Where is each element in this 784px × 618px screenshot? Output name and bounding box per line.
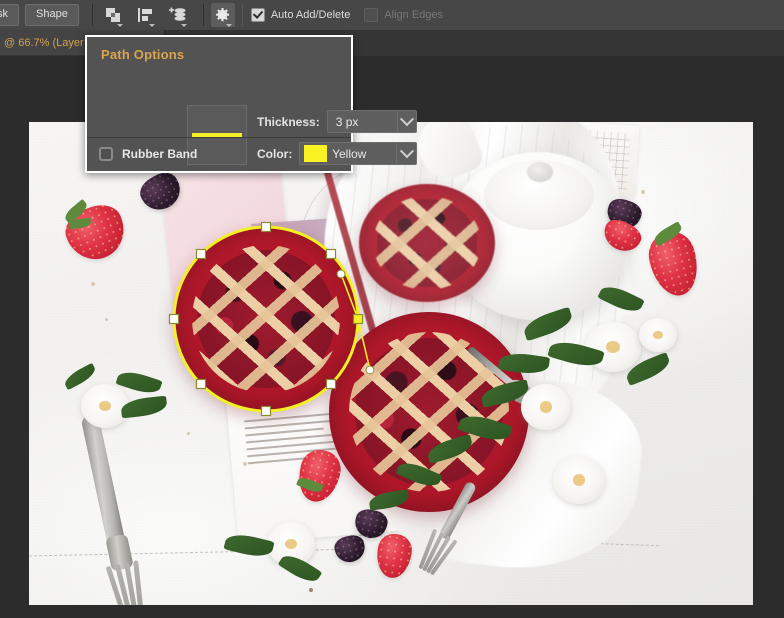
chevron-down-icon [180,24,187,27]
pie-back [359,184,495,302]
path-arrangement-button[interactable] [164,3,190,27]
thickness-select[interactable]: 3 px [326,110,417,133]
color-row: Color: Yellow [257,142,418,165]
chevron-down-icon[interactable] [396,143,416,164]
checkbox-box [250,8,265,22]
crumb [309,588,313,592]
align-edges-checkbox[interactable]: Align Edges [364,8,443,22]
panel-title: Path Options [101,47,185,62]
toolbar-divider-3 [241,4,243,26]
crumb [91,282,95,286]
color-swatch [304,145,328,162]
path-options-panel[interactable]: Path Options Thickness: 3 px Color: Yell… [85,35,418,173]
panel-divider [87,137,351,138]
path-operations-button[interactable] [100,3,126,27]
crumb [243,462,247,466]
thickness-value: 3 px [335,114,359,129]
crumb [105,318,108,321]
path-alignment-icon [137,8,152,22]
teapot-knob [527,162,553,182]
path-arrangement-icon [168,7,186,21]
color-select[interactable]: Yellow [299,142,418,165]
pie-left [173,226,359,412]
gear-icon [216,7,230,21]
crumb [337,552,340,555]
mask-button[interactable]: sk [0,4,19,26]
path-options-gear-button[interactable] [210,3,235,27]
crumb [641,190,645,194]
align-edges-label: Align Edges [384,9,444,21]
checkbox-box [364,8,379,22]
rubber-band-label: Rubber Band [122,147,198,161]
toolbar-divider-1 [91,4,93,26]
photograph [29,122,753,605]
path-operations-icon [105,8,120,22]
auto-add-delete-label: Auto Add/Delete [270,9,351,21]
chevron-down-icon [116,24,123,27]
rubber-band-checkbox[interactable]: Rubber Band [99,147,197,161]
chevron-down-icon[interactable] [396,111,416,132]
color-value: Yellow [332,146,367,161]
thickness-label: Thickness: [257,114,320,129]
toolbar-divider-2 [202,4,204,26]
white-flower-bud [639,318,677,352]
chevron-down-icon [225,24,232,27]
crumb [187,432,190,435]
color-label: Color: [257,146,293,161]
image-canvas[interactable] [29,122,753,605]
white-flower [553,456,605,504]
shape-button[interactable]: Shape [25,4,79,26]
path-alignment-button[interactable] [132,3,158,27]
checkbox-box [99,147,113,161]
white-flower [521,384,571,430]
thickness-row: Thickness: 3 px [257,110,417,133]
chevron-down-icon [148,24,155,27]
options-bar: sk Shape [0,0,784,31]
auto-add-delete-checkbox[interactable]: Auto Add/Delete [250,8,351,22]
